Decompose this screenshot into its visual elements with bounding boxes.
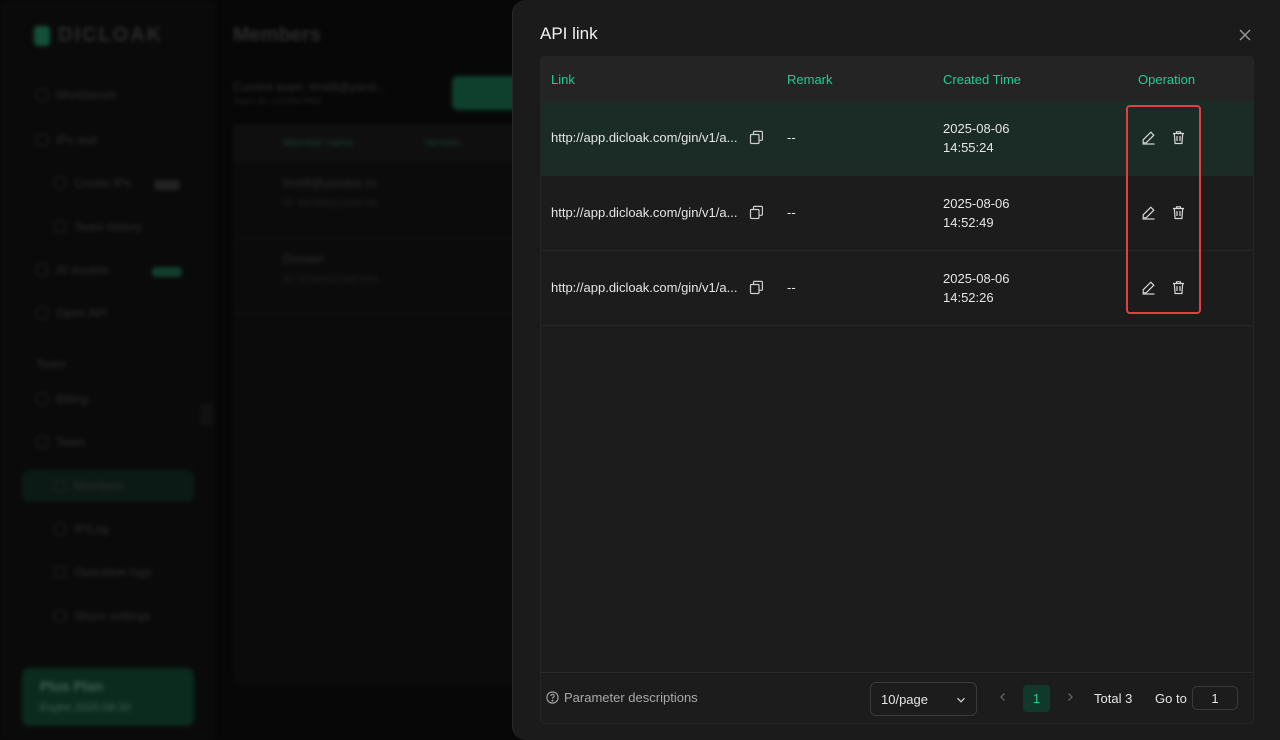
copy-icon[interactable]	[749, 130, 764, 145]
table-row[interactable]: http://app.dicloak.com/gin/v1/a... -- 20…	[541, 101, 1253, 176]
column-remark: Remark	[787, 72, 833, 87]
nav-icon	[36, 307, 48, 319]
edit-icon[interactable]	[1141, 280, 1156, 295]
trash-icon[interactable]	[1171, 130, 1186, 145]
chevron-right-icon[interactable]	[1064, 690, 1076, 704]
sidebar-item-billing[interactable]: Billing	[36, 392, 88, 406]
copy-icon[interactable]	[749, 280, 764, 295]
plan-expiry: Expire 2025-08-30	[40, 702, 131, 714]
table-header: Link Remark Created Time Operation	[541, 57, 1253, 101]
table-footer: Parameter descriptions 10/page 1 Total 3…	[541, 672, 1253, 723]
parameter-descriptions-label: Parameter descriptions	[564, 690, 698, 705]
created-time-cell: 2025-08-06 14:52:49	[943, 194, 1010, 232]
column-created-time: Created Time	[943, 72, 1022, 87]
members-table: Member name Version limit9@yandex.ru ID:…	[233, 124, 523, 684]
badge	[154, 180, 180, 190]
page-size-value: 10/page	[881, 692, 928, 707]
close-icon[interactable]	[1237, 27, 1253, 43]
team-label: Current team: limit9@yand...	[233, 80, 386, 94]
created-date: 2025-08-06	[943, 196, 1010, 211]
link-cell: http://app.dicloak.com/gin/v1/a...	[551, 130, 738, 145]
sidebar-section-team: Team	[36, 357, 66, 371]
column-link: Link	[551, 72, 575, 87]
api-link-table: Link Remark Created Time Operation http:…	[540, 56, 1254, 724]
remark-cell: --	[787, 280, 796, 295]
created-clock: 14:55:24	[943, 140, 994, 155]
created-date: 2025-08-06	[943, 271, 1010, 286]
plan-title: Plus Plan	[40, 678, 104, 694]
trash-icon[interactable]	[1171, 280, 1186, 295]
nav-icon	[54, 221, 66, 233]
chevron-left-icon[interactable]	[997, 690, 1009, 704]
sidebar-item-share-settings[interactable]: Share settings	[54, 609, 151, 623]
sidebar: DICLOAK Workbench IPs and Create IPs Tea…	[0, 0, 215, 740]
team-id: Team ID: 1234567890	[233, 96, 322, 106]
goto-label: Go to	[1155, 691, 1187, 706]
parameter-descriptions-link[interactable]: Parameter descriptions	[546, 690, 698, 705]
sidebar-item-members[interactable]: Members	[54, 479, 124, 493]
logo-mark	[34, 25, 50, 46]
column-operation: Operation	[1138, 72, 1196, 87]
nav-icon	[54, 177, 66, 189]
nav-icon	[36, 134, 48, 146]
sidebar-item-create-ips[interactable]: Create IPs	[54, 176, 131, 190]
badge-new	[152, 267, 182, 277]
nav-icon	[36, 264, 48, 276]
nav-icon	[36, 89, 48, 101]
link-cell: http://app.dicloak.com/gin/v1/a...	[551, 205, 738, 220]
question-circle-icon	[546, 691, 559, 704]
created-clock: 14:52:49	[943, 215, 994, 230]
sidebar-item-ip-log[interactable]: IP/Log	[54, 522, 109, 536]
remark-cell: --	[787, 130, 796, 145]
page-title: Members	[233, 24, 321, 46]
goto-page-input[interactable]	[1192, 686, 1238, 710]
nav-icon	[54, 523, 66, 535]
sidebar-item-open-api[interactable]: Open API	[36, 306, 107, 320]
chevron-down-icon	[956, 695, 966, 705]
sidebar-item-ips[interactable]: IPs and	[36, 133, 97, 147]
members-table-header: Member name Version	[233, 124, 523, 162]
trash-icon[interactable]	[1171, 205, 1186, 220]
link-cell: http://app.dicloak.com/gin/v1/a...	[551, 280, 738, 295]
nav-icon	[54, 566, 66, 578]
table-row[interactable]: http://app.dicloak.com/gin/v1/a... -- 20…	[541, 251, 1253, 326]
nav-icon	[36, 393, 48, 405]
sidebar-item-team-history[interactable]: Team history	[54, 220, 142, 234]
logo-text: DICLOAK	[58, 24, 164, 46]
copy-icon[interactable]	[749, 205, 764, 220]
created-date: 2025-08-06	[943, 121, 1010, 136]
total-count: Total 3	[1094, 691, 1133, 706]
sidebar-item-workbench[interactable]: Workbench	[36, 88, 116, 102]
table-row[interactable]: limit9@yandex.ru ID: 4567890123456789	[233, 162, 523, 238]
table-row[interactable]: Dossier ID: 9876543210987654	[233, 238, 523, 314]
nav-icon	[54, 480, 66, 492]
edit-icon[interactable]	[1141, 205, 1156, 220]
page-size-select[interactable]: 10/page	[870, 682, 977, 716]
sidebar-collapse-button[interactable]	[200, 404, 214, 426]
created-time-cell: 2025-08-06 14:52:26	[943, 269, 1010, 307]
nav-icon	[36, 436, 48, 448]
plan-card[interactable]: Plus Plan Expire 2025-08-30	[22, 668, 194, 726]
created-clock: 14:52:26	[943, 290, 994, 305]
remark-cell: --	[787, 205, 796, 220]
edit-icon[interactable]	[1141, 130, 1156, 145]
nav-icon	[54, 610, 66, 622]
table-row[interactable]: http://app.dicloak.com/gin/v1/a... -- 20…	[541, 176, 1253, 251]
logo: DICLOAK	[34, 24, 163, 47]
created-time-cell: 2025-08-06 14:55:24	[943, 119, 1010, 157]
sidebar-item-operation-logs[interactable]: Operation logs	[54, 565, 152, 579]
sidebar-item-team[interactable]: Team	[36, 435, 85, 449]
drawer-title: API link	[540, 24, 598, 43]
main-content: Members Current team: limit9@yand... Tea…	[215, 0, 523, 740]
page-number-current[interactable]: 1	[1023, 685, 1050, 712]
api-link-drawer: API link Link Remark Created Time Operat…	[512, 0, 1280, 740]
sidebar-item-ai-models[interactable]: AI models	[36, 263, 109, 277]
